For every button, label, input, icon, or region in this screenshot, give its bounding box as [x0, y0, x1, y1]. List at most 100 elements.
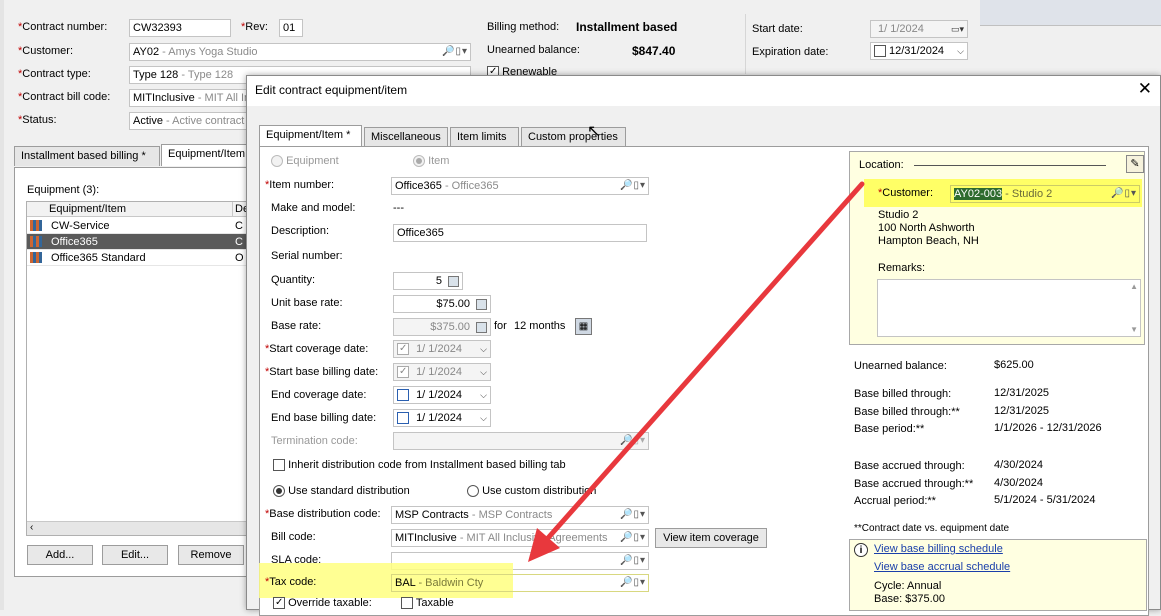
end-coverage-label: End coverage date: [271, 389, 367, 401]
lookup-icon[interactable]: 🔎▯▾ [620, 575, 646, 591]
start-date-field[interactable]: 1/ 1/2024 ▭▾ [870, 20, 968, 38]
base-rate-field: $375.00 [393, 318, 491, 336]
chevron-down-icon[interactable]: ⌵ [957, 43, 964, 59]
tax-code-label: *Tax code: [265, 576, 317, 588]
tab-miscellaneous[interactable]: Miscellaneous [364, 127, 448, 147]
schedule-info-box: i View base billing schedule View base a… [849, 539, 1147, 611]
address-line: Hampton Beach, NH [878, 235, 979, 247]
calculator-icon[interactable] [476, 299, 487, 310]
inherit-distribution-checkbox[interactable]: Inherit distribution code from Installme… [273, 459, 566, 472]
lookup-icon[interactable]: 🔎▯▾ [1111, 186, 1137, 202]
column-header-item[interactable]: Equipment/Item [49, 203, 126, 215]
item-icon [30, 236, 42, 247]
summary-label: Base period:** [854, 423, 925, 435]
unit-rate-label: Unit base rate: [271, 297, 343, 309]
item-number-field[interactable]: Office365 - Office365 🔎▯▾ [391, 177, 649, 195]
lookup-icon[interactable]: 🔎▯▾ [620, 507, 646, 523]
chevron-down-icon[interactable]: ⌵ [480, 341, 487, 357]
base-distribution-field[interactable]: MSP Contracts - MSP Contracts 🔎▯▾ [391, 506, 649, 524]
rev-field[interactable]: 01 [279, 19, 303, 37]
dialog-titlebar: Edit contract equipment/item ✕ [247, 76, 1160, 106]
for-label: for [494, 320, 507, 332]
table-row[interactable]: Office365 Standard O [27, 250, 247, 266]
chevron-down-icon[interactable]: ⌵ [480, 364, 487, 380]
horizontal-scrollbar[interactable]: ‹ [27, 521, 247, 535]
remove-button[interactable]: Remove [178, 545, 244, 565]
termination-code-field: 🔎▯▾ [393, 432, 649, 450]
summary-label: Unearned balance: [854, 360, 947, 372]
override-taxable-checkbox[interactable]: Override taxable: [273, 597, 372, 610]
summary-label: Base accrued through:** [854, 478, 974, 490]
chevron-down-icon[interactable]: ⌵ [480, 387, 487, 403]
table-row-selected[interactable]: Office365 C [27, 234, 247, 250]
calculator-icon[interactable] [448, 276, 459, 287]
view-item-coverage-button[interactable]: View item coverage [655, 528, 767, 548]
billing-method-label: Billing method: [487, 21, 560, 33]
quantity-field[interactable]: 5 [393, 272, 463, 290]
use-custom-distribution-radio[interactable]: Use custom distribution [467, 485, 596, 498]
start-coverage-field[interactable]: 1/ 1/2024⌵ [393, 340, 491, 358]
summary-value: 4/30/2024 [994, 477, 1043, 489]
unit-rate-field[interactable]: $75.00 [393, 295, 491, 313]
tab-item-limits[interactable]: Item limits [450, 127, 519, 147]
termination-code-label: Termination code: [271, 435, 358, 447]
summary-value: 5/1/2024 - 5/31/2024 [994, 494, 1096, 506]
contract-number-field[interactable]: CW32393 [129, 19, 231, 37]
table-row[interactable]: CW-Service C [27, 218, 247, 234]
end-coverage-field[interactable]: 1/ 1/2024 ⌵ [393, 386, 491, 404]
equipment-radio[interactable]: Equipment [271, 155, 339, 168]
schedule-icon[interactable]: ▦ [575, 318, 592, 335]
taxable-checkbox[interactable]: Taxable [401, 597, 454, 610]
lookup-icon[interactable]: 🔎▯▾ [620, 553, 646, 569]
calculator-icon [476, 322, 487, 333]
lookup-icon[interactable]: 🔎▯▾ [620, 178, 646, 194]
location-customer-field[interactable]: AY02-003 - Studio 2 🔎▯▾ [950, 185, 1140, 203]
close-icon[interactable]: ✕ [1138, 79, 1152, 99]
lookup-icon[interactable]: 🔎▯▾ [620, 530, 646, 546]
base-rate-label: Base rate: [271, 320, 322, 332]
divider [914, 165, 1106, 166]
summary-label: Base billed through: [854, 388, 952, 400]
scroll-left-icon[interactable]: ‹ [30, 522, 33, 533]
rev-label: *Rev: [241, 21, 268, 33]
months-value: 12 months [514, 320, 566, 332]
view-accrual-schedule-link[interactable]: View base accrual schedule [874, 561, 1010, 573]
scroll-down-icon[interactable]: ▼ [1130, 325, 1138, 334]
location-customer-label: *Customer: [878, 187, 934, 199]
grid-header: Equipment/Item De [27, 202, 249, 217]
item-number-label: *Item number: [265, 179, 335, 191]
expiration-date-field[interactable]: 12/31/2024 ⌵ [870, 42, 968, 60]
add-button[interactable]: Add... [27, 545, 93, 565]
edit-pencil-icon[interactable]: ✎ [1126, 155, 1144, 173]
address-line: Studio 2 [878, 209, 919, 221]
remarks-textarea[interactable]: ▲ ▼ [877, 279, 1141, 337]
calendar-icon[interactable]: ▭▾ [951, 21, 964, 37]
cycle-text: Cycle: Annual [874, 580, 942, 592]
description-label: Description: [271, 225, 330, 237]
edit-button[interactable]: Edit... [102, 545, 168, 565]
item-radio[interactable]: Item [413, 155, 449, 168]
dialog-tabs: Equipment/Item * Miscellaneous Item limi… [259, 125, 629, 147]
description-field[interactable]: Office365 [393, 224, 647, 242]
status-label: *Status: [18, 114, 57, 126]
view-billing-schedule-link[interactable]: View base billing schedule [874, 543, 1003, 555]
start-billing-field[interactable]: 1/ 1/2024⌵ [393, 363, 491, 381]
use-standard-distribution-radio[interactable]: Use standard distribution [273, 485, 410, 498]
end-billing-field[interactable]: 1/ 1/2024 ⌵ [393, 409, 491, 427]
divider [745, 14, 746, 74]
chevron-down-icon[interactable]: ⌵ [480, 410, 487, 426]
tab-equipment-item[interactable]: Equipment/Item * [259, 125, 362, 147]
customer-field[interactable]: AY02 - Amys Yoga Studio 🔎▯▾ [129, 43, 471, 61]
bill-code-field[interactable]: MITInclusive - MIT All Inclusive Agreeme… [391, 529, 649, 547]
info-icon: i [854, 543, 868, 557]
quantity-label: Quantity: [271, 274, 316, 286]
lookup-icon[interactable]: 🔎▯▾ [442, 44, 468, 60]
tax-code-field[interactable]: BAL - Baldwin Cty 🔎▯▾ [391, 574, 649, 592]
tab-custom-properties[interactable]: Custom properties [521, 127, 626, 147]
scroll-up-icon[interactable]: ▲ [1130, 282, 1138, 291]
contract-number-label: *Contract number: [18, 21, 108, 33]
summary-label: Base billed through:** [854, 406, 960, 418]
base-distribution-label: *Base distribution code: [265, 508, 381, 520]
tab-installment-billing[interactable]: Installment based billing * [14, 146, 160, 166]
start-coverage-label: *Start coverage date: [265, 343, 369, 355]
